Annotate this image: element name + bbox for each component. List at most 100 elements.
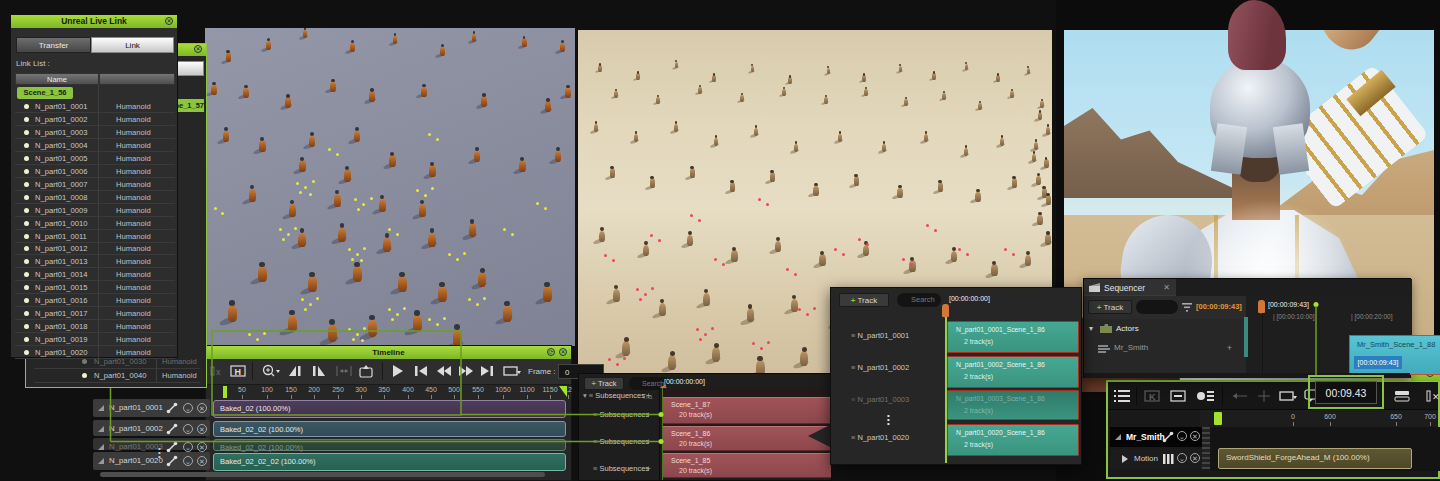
export-icon[interactable] [358,364,374,378]
link-list-row[interactable]: N_part01_0017Humanoid [15,307,175,320]
floating-block[interactable]: N_part01_0001_Scene_1_862 track(s) [947,321,1079,353]
link-list-row[interactable]: N_part01_0016Humanoid [15,294,175,307]
link-list-row[interactable]: N_part01_0004Humanoid [15,139,175,152]
bone-icon[interactable] [166,402,178,414]
expand-caret[interactable]: ▾ [1089,324,1093,333]
chevron-circle-icon[interactable]: ⌄ [183,403,193,413]
search-input[interactable] [1136,300,1178,314]
track-header-row[interactable]: N_part01_0003⌄✕ [93,438,210,450]
close-circle-icon[interactable]: ✕ [1190,431,1200,441]
playhead-pin[interactable] [1258,300,1265,313]
close-icon[interactable]: ✕ [194,45,202,53]
expand-triangle-icon[interactable] [98,444,104,450]
track-header-row[interactable]: N_part01_0020⌄✕ [93,452,210,470]
track-header-row[interactable]: N_part01_0001⌄✕ [93,399,210,417]
outliner-icon[interactable] [1114,389,1130,403]
link-list-row[interactable]: N_part01_0015Humanoid [15,281,175,294]
bone-icon[interactable] [1162,431,1174,443]
floating-block[interactable]: N_part01_0003_Scene_1_862 track(s) [947,390,1079,420]
link-list-row[interactable]: N_part01_0005Humanoid [15,152,175,165]
view-options-icon[interactable] [1196,389,1214,403]
tab-link[interactable]: Link [91,37,174,53]
subsequence-row[interactable]: ≡ Subsequences+ [593,410,657,419]
viewport-3d-scene[interactable] [205,28,575,346]
go-to-start-button[interactable] [414,364,428,378]
link-list-row[interactable]: N_part01_0010Humanoid [15,217,175,230]
link-list-row[interactable]: N_part01_0040Humanoid [34,369,200,383]
close-circle-icon[interactable]: ✕ [197,442,207,452]
live-link-titlebar[interactable]: Unreal Live Link ✕ [11,15,177,28]
loop-mode-icon[interactable] [1278,389,1298,403]
layers-icon[interactable] [1394,389,1410,403]
link-list-row[interactable]: N_part01_0011Humanoid [15,230,175,243]
expand-triangle-icon[interactable] [98,426,104,432]
link-list-row[interactable]: N_part01_0007Humanoid [15,178,175,191]
close-circle-icon[interactable]: ✕ [197,456,207,466]
floating-row[interactable]: ≡ N_part01_0002 + [851,363,943,372]
detach-icon[interactable]: x [210,364,224,378]
add-track-button[interactable]: + Track [1088,300,1132,314]
go-to-end-button[interactable] [480,364,494,378]
subsequences-parent-row[interactable]: ▾ ≡ Subsequences+ [583,391,657,400]
range-end-bracket[interactable] [559,386,567,397]
snap-icon[interactable] [1232,389,1248,403]
link-list-row[interactable]: N_part01_0012Humanoid [15,242,175,255]
link-list-row[interactable]: N_part01_0020Humanoid [15,346,175,359]
add-key-icon[interactable] [1256,389,1272,403]
step-forward-icon[interactable] [312,364,326,378]
close-icon[interactable]: ✕ [165,17,173,25]
motion-clip[interactable]: SwordShield_ForgeAhead_M (100.00%) [1218,448,1412,469]
playhead-pin[interactable] [942,304,949,317]
actors-folder-label[interactable]: Actors [1116,324,1139,333]
fit-horizontal-icon[interactable]: H [230,364,246,378]
column-header-name[interactable]: Name [15,73,99,85]
collapse-icon[interactable] [1170,389,1186,403]
link-list-row[interactable]: N_part01_0008Humanoid [15,191,175,204]
add-track-button[interactable]: + Track [584,377,624,390]
zoom-icon[interactable] [262,364,280,378]
link-list-row[interactable]: N_part01_0002Humanoid [15,113,175,126]
fast-forward-button[interactable] [458,364,474,378]
close-circle-icon[interactable]: ✕ [197,403,207,413]
expand-triangle-icon[interactable] [98,458,104,464]
floating-row[interactable]: ≡ N_part01_0003 + [851,395,943,404]
sequencer-tab[interactable]: Sequencer ✕ [1084,279,1176,296]
timeline-clip[interactable]: Baked_02_02 (100.00%) [213,439,566,451]
link-list-row[interactable]: N_part01_0001Humanoid [15,100,175,113]
track-header-row[interactable]: N_part01_0002⌄✕ [93,420,210,436]
floating-block[interactable]: N_part01_0020_Scene_1_862 track(s) [947,424,1079,456]
back-panel-scene-badge[interactable]: Scene_1_57 [176,99,204,112]
link-list-row[interactable]: N_part01_0014Humanoid [15,268,175,281]
subsequence-block[interactable]: Scene_1_8520 track(s) [663,453,831,478]
expand-triangle-icon[interactable] [1122,455,1128,463]
mr-smith-clip[interactable]: Mr_Smith_Scene_1_88 [00:00:09:43] [1349,335,1440,375]
link-list-row[interactable]: N_part01_0018Humanoid [15,320,175,333]
search-input[interactable]: Search [897,293,941,307]
horizontal-scrollbar[interactable] [100,472,545,477]
play-button[interactable] [392,364,404,378]
subsequence-block[interactable]: Scene_1_8720 track(s) [663,397,831,424]
link-list-row[interactable]: N_part01_0003Humanoid [15,126,175,139]
close-circle-icon[interactable]: ✕ [1190,453,1200,463]
expand-triangle-icon[interactable] [1115,434,1121,440]
tab-transfer[interactable]: Transfer [16,37,91,53]
range-icon[interactable] [336,364,352,378]
scene-group-badge[interactable]: Scene_1_56 [17,87,73,99]
frame-ruler[interactable]: 0600650700105011001150 [1200,410,1438,427]
floating-block[interactable]: N_part01_0002_Scene_1_862 track(s) [947,356,1079,388]
chevron-circle-icon[interactable]: ⌄ [1177,431,1187,441]
motion-row[interactable]: Motion ⌄ ✕ [1110,449,1202,469]
bars-icon[interactable] [1162,454,1174,464]
close-circle-icon[interactable]: ✕ [197,424,207,434]
close-icon[interactable]: ✕ [559,348,567,356]
column-header-type[interactable] [99,73,175,85]
subsequence-row[interactable]: ≡ Subsequences+ [593,464,657,473]
chevron-circle-icon[interactable]: ⌄ [1177,453,1187,463]
subsequence-row[interactable]: ≡ Subsequences+ [593,437,657,446]
step-backward-icon[interactable] [288,364,302,378]
expand-triangle-icon[interactable] [98,405,104,411]
chevron-circle-icon[interactable]: ⌄ [183,442,193,452]
rewind-button[interactable] [436,364,452,378]
add-track-button[interactable]: + Track [839,293,889,307]
keyframe-icon[interactable]: K [1144,389,1160,403]
